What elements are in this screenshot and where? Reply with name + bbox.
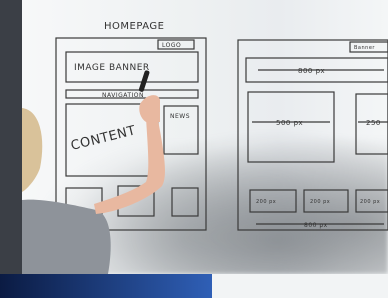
footer-box-3 xyxy=(171,187,199,217)
footer-box-1 xyxy=(65,187,103,219)
main-column-label: 500 px xyxy=(276,119,303,127)
blog-box xyxy=(117,185,155,217)
width-label: 800 px xyxy=(298,67,325,75)
footer-label-2: 200 px xyxy=(310,199,330,205)
footer-width-label: 800 px xyxy=(304,222,328,229)
navigation-label: NAVIGATION xyxy=(102,92,144,99)
footer-label-3: 200 px xyxy=(360,199,380,205)
right-banner-label: Banner xyxy=(354,45,375,51)
photo-scene: HOMEPAGE LOGO IMAGE BANNER NAVIGATION CO… xyxy=(0,0,388,298)
homepage-title: HOMEPAGE xyxy=(104,21,164,32)
image-banner-label: IMAGE BANNER xyxy=(74,63,150,73)
blog-label: BLOG xyxy=(124,193,143,200)
content-label: CONTENT xyxy=(69,123,137,154)
wireframe-sketch: HOMEPAGE LOGO IMAGE BANNER NAVIGATION CO… xyxy=(55,21,388,231)
side-column-label: 250 xyxy=(366,119,381,127)
footer-label-1: 200 px xyxy=(256,199,276,205)
logo-label: LOGO xyxy=(162,42,181,49)
right-main-column xyxy=(247,91,335,163)
news-label: NEWS xyxy=(170,113,190,120)
